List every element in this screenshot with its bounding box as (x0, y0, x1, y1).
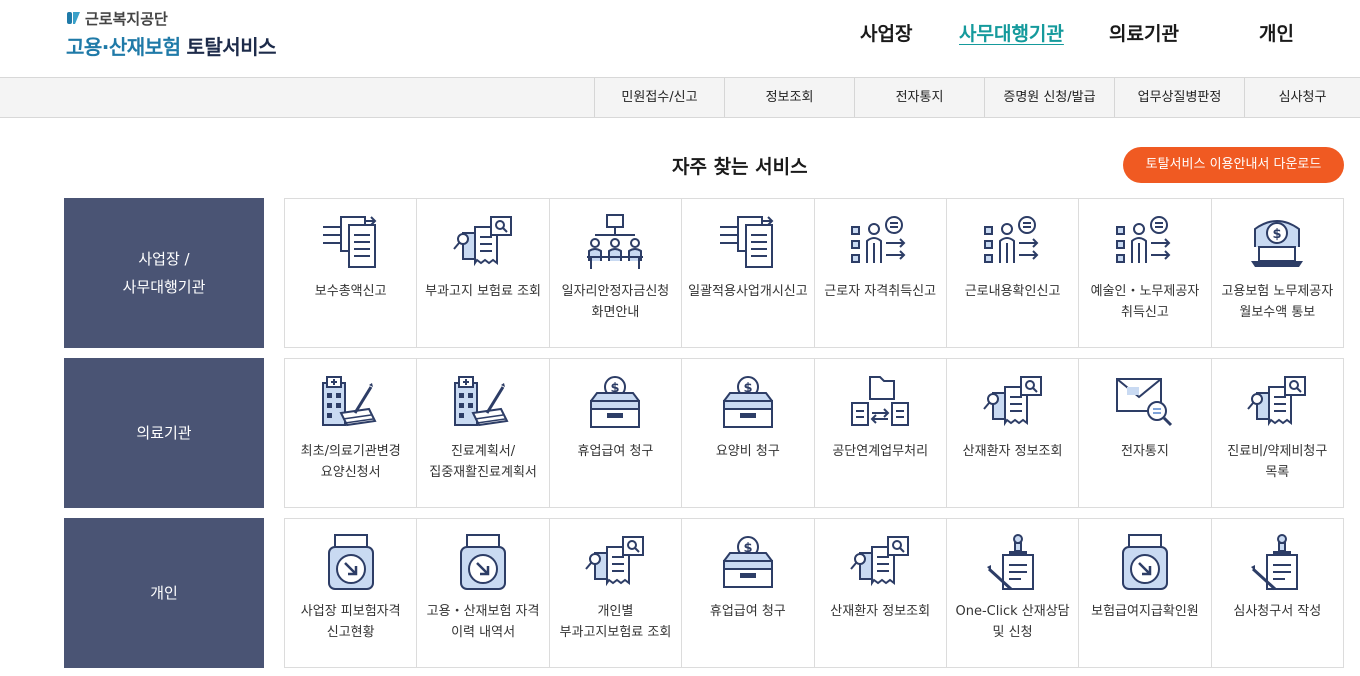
service-tile-label: 보수총액신고 (314, 284, 387, 299)
service-tiles: 사업장 피보험자격 신고현황 고용・산재보험 자격 이력 내역서 개인별 부과고지보… (284, 518, 1344, 668)
subnav-certificate[interactable]: 증명원 신청/발급 (984, 78, 1114, 117)
svg-text:$: $ (1273, 227, 1282, 242)
service-tile-label: 심사청구서 작성 (1233, 604, 1322, 619)
service-tile[interactable]: 심사청구서 작성 (1210, 519, 1343, 667)
document-list-icon (716, 213, 780, 273)
subnav-review-request[interactable]: 심사청구 (1244, 78, 1360, 117)
service-tile[interactable]: 진료비/약제비청구 목록 (1210, 359, 1343, 507)
document-list-icon (319, 213, 383, 273)
money-box-icon: $ (716, 533, 780, 593)
service-tile-label: 개인별 부과고지보험료 조회 (559, 604, 672, 640)
printer-download-icon (451, 533, 515, 593)
subnav-info-inquiry[interactable]: 정보조회 (724, 78, 854, 117)
service-tile-label: 공단연계업무처리 (832, 444, 929, 459)
service-tile-label: 진료비/약제비청구 목록 (1227, 444, 1328, 480)
service-tile[interactable]: $ 휴업급여 청구 (681, 519, 813, 667)
service-tile-label: 근로자 자격취득신고 (824, 284, 937, 299)
service-tile-label: 예술인・노무제공자 취득신고 (1090, 284, 1200, 320)
service-tile-label: 근로내용확인신고 (964, 284, 1061, 299)
service-tile[interactable]: 보수총액신고 (285, 199, 416, 347)
service-tile-label: 전자통지 (1121, 444, 1169, 459)
page-title: 자주 찾는 서비스 (672, 156, 808, 178)
service-tile-label: 일괄적용사업개시신고 (688, 284, 808, 299)
hospital-document-icon (451, 373, 515, 433)
receipt-search-icon (451, 213, 515, 273)
service-tile[interactable]: 개인별 부과고지보험료 조회 (548, 519, 681, 667)
worker-checklist-icon (1113, 213, 1177, 273)
service-row-workplace: 사업장 / 사무대행기관 보수총액신고 부과고지 보험료 조회 일자리안정자금신청 … (64, 198, 1344, 348)
subnav-disease-judgment[interactable]: 업무상질병판정 (1114, 78, 1244, 117)
subnav-e-notice[interactable]: 전자통지 (854, 78, 984, 117)
row-label: 의료기관 (64, 358, 264, 508)
stamp-document-icon (1245, 533, 1309, 593)
file-exchange-icon (848, 373, 912, 433)
service-tile[interactable]: 전자통지 (1078, 359, 1210, 507)
service-tile-label: One-Click 산재상담 및 신청 (955, 604, 1070, 640)
receipt-search-icon (981, 373, 1045, 433)
service-tile-label: 진료계획서/집중재활진료계획서 (429, 444, 537, 480)
row-label: 개인 (64, 518, 264, 668)
service-tile[interactable]: 진료계획서/집중재활진료계획서 (416, 359, 548, 507)
service-row-medical: 의료기관 최초/의료기관변경 요양신청서 진료계획서/집중재활진료계획서 $ 휴업급여… (64, 358, 1344, 508)
sub-nav: 민원접수/신고 정보조회 전자통지 증명원 신청/발급 업무상질병판정 심사청구 (0, 78, 1360, 118)
service-tile-label: 보험급여지급확인원 (1091, 604, 1199, 619)
nav-workplace[interactable]: 사업장 (860, 19, 912, 46)
service-tile-label: 사업장 피보험자격 신고현황 (300, 604, 401, 640)
nav-agency[interactable]: 사무대행기관 (959, 19, 1064, 46)
printer-download-icon (319, 533, 383, 593)
service-tile[interactable]: $ 휴업급여 청구 (548, 359, 681, 507)
service-tile-label: 산재환자 정보조회 (830, 604, 931, 619)
service-tile-label: 최초/의료기관변경 요양신청서 (300, 444, 401, 480)
service-tile[interactable]: 보험급여지급확인원 (1078, 519, 1210, 667)
service-tile[interactable]: 근로자 자격취득신고 (813, 199, 946, 347)
subnav-civil-petition[interactable]: 민원접수/신고 (594, 78, 724, 117)
worker-checklist-icon (848, 213, 912, 273)
service-tile-label: 부과고지 보험료 조회 (425, 284, 542, 299)
nav-medical[interactable]: 의료기관 (1109, 19, 1179, 46)
main-nav: 사업장 사무대행기관 의료기관 개인 (0, 19, 1360, 49)
service-tile-label: 산재환자 정보조회 (962, 444, 1063, 459)
service-tile[interactable]: 부과고지 보험료 조회 (416, 199, 548, 347)
service-tile[interactable]: 예술인・노무제공자 취득신고 (1078, 199, 1210, 347)
receipt-search-icon (1245, 373, 1309, 433)
service-tile[interactable]: 근로내용확인신고 (945, 199, 1078, 347)
service-tile-label: 고용보험 노무제공자 월보수액 통보 (1221, 284, 1334, 320)
service-tile[interactable]: 일괄적용사업개시신고 (681, 199, 813, 347)
service-tiles: 보수총액신고 부과고지 보험료 조회 일자리안정자금신청 화면안내 일괄적용사업개시신… (284, 198, 1344, 348)
row-label: 사업장 / 사무대행기관 (64, 198, 264, 348)
service-tile[interactable]: 일자리안정자금신청 화면안내 (548, 199, 681, 347)
guide-download-button[interactable]: 토탈서비스 이용안내서 다운로드 (1123, 147, 1344, 183)
hospital-document-icon (319, 373, 383, 433)
money-laptop-icon: $ (1245, 213, 1309, 273)
service-tile[interactable]: 산재환자 정보조회 (813, 519, 946, 667)
organization-chart-icon (583, 213, 647, 273)
service-tile[interactable]: One-Click 산재상담 및 신청 (945, 519, 1078, 667)
service-tile-label: 고용・산재보험 자격 이력 내역서 (426, 604, 540, 640)
money-box-icon: $ (716, 373, 780, 433)
service-tile-label: 휴업급여 청구 (577, 444, 654, 459)
service-tile-label: 일자리안정자금신청 화면안내 (561, 284, 670, 320)
service-tile[interactable]: 산재환자 정보조회 (945, 359, 1078, 507)
nav-personal[interactable]: 개인 (1259, 19, 1294, 46)
service-tile[interactable]: $ 고용보험 노무제공자 월보수액 통보 (1210, 199, 1343, 347)
service-tile[interactable]: 최초/의료기관변경 요양신청서 (285, 359, 416, 507)
service-tile[interactable]: 공단연계업무처리 (813, 359, 946, 507)
printer-download-icon (1113, 533, 1177, 593)
worker-checklist-icon (981, 213, 1045, 273)
site-header: 근로복지공단 고용·산재보험 토탈서비스 사업장 사무대행기관 의료기관 개인 (0, 0, 1360, 78)
service-tile-label: 요양비 청구 (715, 444, 780, 459)
receipt-search-icon (583, 533, 647, 593)
service-tile[interactable]: 사업장 피보험자격 신고현황 (285, 519, 416, 667)
service-tile-label: 휴업급여 청구 (709, 604, 786, 619)
stamp-document-icon (981, 533, 1045, 593)
service-tiles: 최초/의료기관변경 요양신청서 진료계획서/집중재활진료계획서 $ 휴업급여 청구 $ 요… (284, 358, 1344, 508)
service-tile[interactable]: 고용・산재보험 자격 이력 내역서 (416, 519, 548, 667)
money-box-icon: $ (583, 373, 647, 433)
mail-search-icon (1113, 373, 1177, 433)
service-tile[interactable]: $ 요양비 청구 (681, 359, 813, 507)
service-row-personal: 개인 사업장 피보험자격 신고현황 고용・산재보험 자격 이력 내역서 개인별 부과… (64, 518, 1344, 668)
receipt-search-icon (848, 533, 912, 593)
